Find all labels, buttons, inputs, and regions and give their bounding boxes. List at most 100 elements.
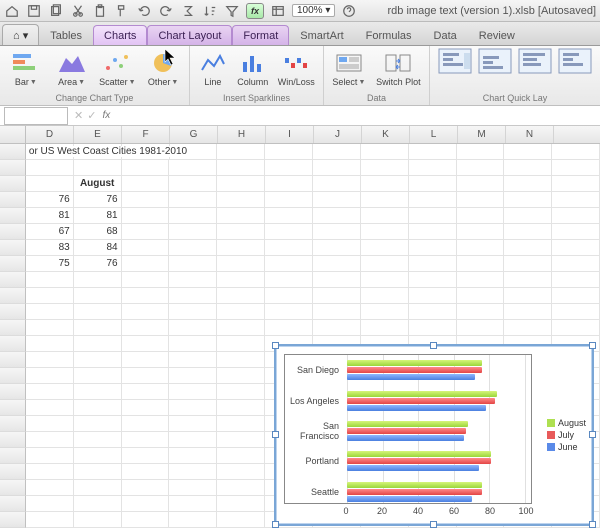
cell[interactable] <box>169 336 217 352</box>
cell[interactable] <box>361 224 409 240</box>
cell[interactable] <box>457 176 505 192</box>
sparkline-column[interactable]: Column <box>234 48 272 87</box>
show-hide-icon[interactable] <box>270 3 286 19</box>
cell[interactable] <box>409 160 457 176</box>
col-header[interactable]: M <box>458 126 506 143</box>
cell[interactable] <box>26 320 74 336</box>
row-header[interactable] <box>0 240 26 256</box>
cell[interactable] <box>169 240 217 256</box>
cell[interactable] <box>122 320 170 336</box>
cell[interactable]: 68 <box>74 224 122 240</box>
col-header[interactable]: J <box>314 126 362 143</box>
tab-format[interactable]: Format <box>232 25 289 45</box>
cell[interactable] <box>552 240 600 256</box>
cell[interactable] <box>409 320 457 336</box>
cell[interactable] <box>217 448 265 464</box>
cell[interactable] <box>552 208 600 224</box>
cell[interactable] <box>504 240 552 256</box>
cell[interactable] <box>313 272 361 288</box>
cell[interactable] <box>217 160 265 176</box>
sparkline-winloss[interactable]: Win/Loss <box>274 48 319 87</box>
bar-jul[interactable] <box>347 367 482 373</box>
cell[interactable] <box>409 272 457 288</box>
resize-handle[interactable] <box>272 521 279 528</box>
cell[interactable] <box>26 384 74 400</box>
cell[interactable] <box>26 368 74 384</box>
resize-handle[interactable] <box>589 342 596 349</box>
cell[interactable] <box>74 272 122 288</box>
tab-smartart[interactable]: SmartArt <box>289 25 354 45</box>
row-header[interactable] <box>0 336 26 352</box>
cell[interactable] <box>313 144 361 160</box>
cell[interactable] <box>313 320 361 336</box>
cell[interactable] <box>122 400 170 416</box>
row-header[interactable] <box>0 352 26 368</box>
cell[interactable] <box>217 432 265 448</box>
cell[interactable] <box>313 288 361 304</box>
cell[interactable]: 76 <box>74 192 122 208</box>
cell[interactable] <box>265 192 313 208</box>
cell[interactable] <box>217 480 265 496</box>
cell[interactable] <box>122 464 170 480</box>
cell[interactable] <box>74 160 122 176</box>
cell[interactable] <box>122 496 170 512</box>
save-icon[interactable] <box>26 3 42 19</box>
col-header[interactable]: E <box>74 126 122 143</box>
cell[interactable] <box>74 368 122 384</box>
tab-home[interactable]: ⌂ ▾ <box>2 24 39 45</box>
cell[interactable] <box>504 176 552 192</box>
cell[interactable] <box>169 256 217 272</box>
bar-jun[interactable] <box>347 405 486 411</box>
cell[interactable] <box>457 208 505 224</box>
cell[interactable] <box>169 496 217 512</box>
cell[interactable]: 81 <box>74 208 122 224</box>
cell[interactable] <box>265 160 313 176</box>
cell[interactable] <box>457 224 505 240</box>
cell[interactable] <box>457 240 505 256</box>
cell[interactable] <box>74 320 122 336</box>
sort-icon[interactable] <box>202 3 218 19</box>
cell[interactable] <box>217 400 265 416</box>
cell[interactable] <box>122 336 170 352</box>
cell[interactable]: 67 <box>26 224 74 240</box>
cell[interactable] <box>74 448 122 464</box>
cell[interactable] <box>361 208 409 224</box>
cell[interactable] <box>74 384 122 400</box>
cell[interactable] <box>217 272 265 288</box>
cell[interactable] <box>361 176 409 192</box>
quick-layout-3[interactable] <box>518 48 552 77</box>
cell[interactable] <box>217 320 265 336</box>
quick-layout-1[interactable] <box>438 48 472 77</box>
cell[interactable] <box>74 352 122 368</box>
col-header[interactable]: G <box>170 126 218 143</box>
cell[interactable] <box>552 304 600 320</box>
cell[interactable] <box>26 352 74 368</box>
cell[interactable] <box>169 304 217 320</box>
cell[interactable] <box>122 480 170 496</box>
cell[interactable] <box>313 240 361 256</box>
col-header[interactable]: F <box>122 126 170 143</box>
cell[interactable] <box>26 448 74 464</box>
cell[interactable] <box>169 192 217 208</box>
cell[interactable] <box>552 144 600 160</box>
row-header[interactable] <box>0 144 26 160</box>
cell[interactable] <box>504 288 552 304</box>
cut-icon[interactable] <box>70 3 86 19</box>
cell[interactable] <box>74 496 122 512</box>
cell[interactable] <box>313 160 361 176</box>
resize-handle[interactable] <box>589 431 596 438</box>
chart-legend[interactable]: August July June <box>547 416 586 454</box>
zoom-select[interactable]: 100% ▾ <box>292 4 335 17</box>
cell[interactable] <box>313 224 361 240</box>
cell[interactable] <box>217 464 265 480</box>
cell[interactable] <box>74 336 122 352</box>
cell[interactable] <box>313 304 361 320</box>
chart-type-other[interactable]: Other▼ <box>141 48 185 87</box>
cell[interactable] <box>217 304 265 320</box>
row-header[interactable] <box>0 480 26 496</box>
tab-charts[interactable]: Charts <box>93 25 147 45</box>
cell[interactable] <box>169 288 217 304</box>
row-header[interactable] <box>0 496 26 512</box>
row-header[interactable] <box>0 304 26 320</box>
cell[interactable] <box>169 464 217 480</box>
